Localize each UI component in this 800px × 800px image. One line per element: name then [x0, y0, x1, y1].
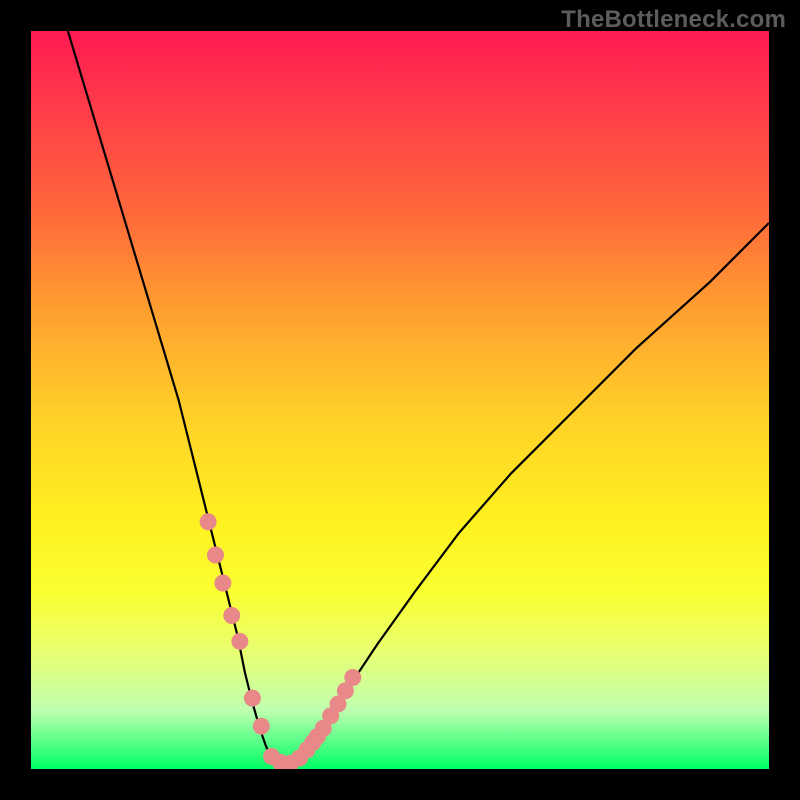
marker-points: [200, 513, 362, 769]
watermark-text: TheBottleneck.com: [561, 6, 786, 34]
marker-dot: [200, 513, 217, 530]
marker-dot: [344, 669, 361, 686]
marker-dot: [244, 690, 261, 707]
marker-dot: [207, 546, 224, 563]
plot-area: [31, 31, 769, 769]
chart-frame: TheBottleneck.com: [0, 0, 800, 800]
marker-dot: [253, 718, 270, 735]
bottleneck-curve: [68, 31, 769, 765]
chart-svg: [31, 31, 769, 769]
curve-path: [68, 31, 769, 765]
marker-dot: [231, 633, 248, 650]
marker-dot: [214, 575, 231, 592]
marker-dot: [223, 607, 240, 624]
